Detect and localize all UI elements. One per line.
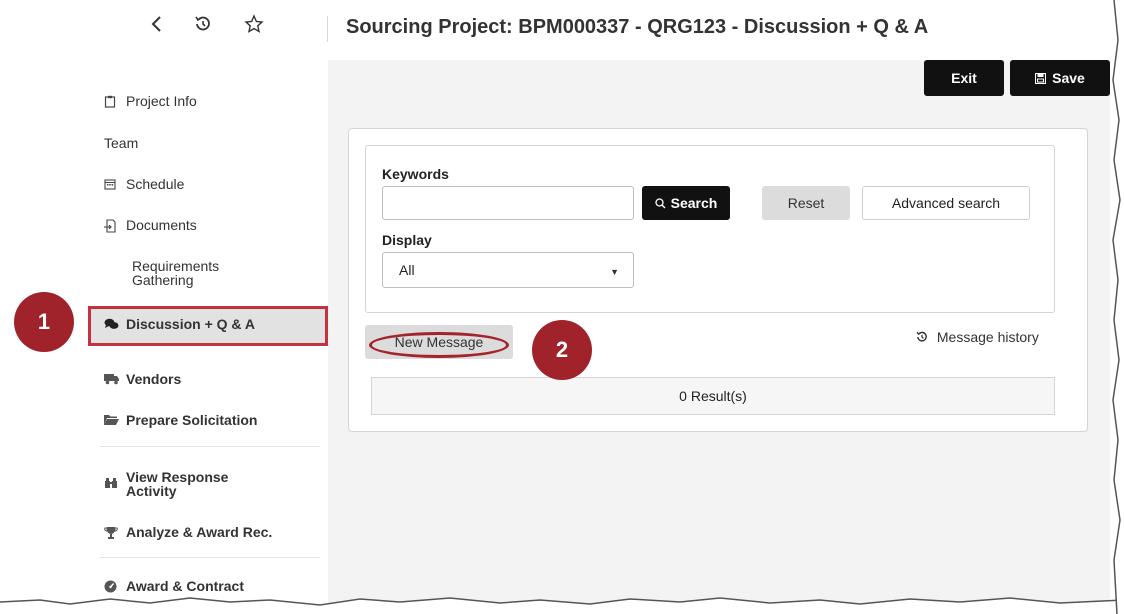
sidebar-item-analyze-award[interactable]: Analyze & Award Rec. [104,525,324,542]
message-history-link[interactable]: Message history [915,329,1039,347]
sidebar-item-documents[interactable]: Documents [104,218,324,236]
sidebar-item-label: View Response Activity [126,469,229,499]
calendar-icon [104,178,126,193]
main-content: Exit Save Keywords Search Reset Advanced… [328,60,1110,614]
sidebar-item-label: Requirements Gathering [132,258,220,288]
sidebar-item-label: Prepare Solicitation [126,412,258,428]
display-label: Display [382,232,432,248]
sidebar-item-label: Analyze & Award Rec. [126,524,273,540]
sidebar-item-prepare-solicitation[interactable]: Prepare Solicitation [104,413,324,429]
sidebar-item-requirements-gathering[interactable]: Requirements Gathering [132,259,262,287]
sidebar-item-label: Documents [126,217,197,233]
reset-button[interactable]: Reset [762,186,850,220]
sidebar-item-label: Schedule [126,176,185,192]
search-button[interactable]: Search [642,186,730,220]
callout-1: 1 [14,292,74,352]
save-label: Save [1052,70,1085,86]
keywords-label: Keywords [382,166,449,182]
save-button[interactable]: Save [1010,60,1110,96]
sidebar-item-label: Vendors [126,371,182,387]
sidebar-separator [100,446,320,447]
new-message-highlight [369,332,509,358]
sidebar-item-label: Project Info [126,93,197,109]
sidebar-item-view-response-activity[interactable]: View Response Activity [104,470,254,498]
page-title: Sourcing Project: BPM000337 - QRG123 - D… [346,16,929,38]
results-count: 0 Result(s) [371,377,1055,415]
back-icon[interactable] [142,14,170,42]
caret-down-icon: ▼ [610,267,619,277]
discussion-card: Keywords Search Reset Advanced search Di… [348,128,1088,432]
sidebar-item-label: Award & Contract [126,578,244,594]
binoculars-icon [104,477,126,492]
sidebar-item-vendors[interactable]: Vendors [104,372,324,388]
sidebar-separator [100,557,320,558]
history-icon [915,330,929,347]
message-history-label: Message history [936,329,1039,345]
sidebar: Project Info Team Schedule Documents Req… [88,60,328,614]
clipboard-icon [104,95,126,111]
save-icon [1035,72,1047,84]
star-icon[interactable] [240,14,268,42]
history-icon[interactable] [189,14,217,42]
search-label: Search [670,195,718,211]
exit-button[interactable]: Exit [924,60,1004,96]
truck-icon [104,373,126,388]
advanced-search-button[interactable]: Advanced search [862,186,1030,220]
gauge-icon [104,580,126,596]
keywords-input[interactable] [382,186,634,220]
header-divider [327,16,328,42]
sidebar-item-award-contract[interactable]: Award & Contract [104,579,324,596]
top-bar: Sourcing Project: BPM000337 - QRG123 - D… [0,0,1124,60]
trophy-icon [104,526,126,542]
sidebar-item-label: Team [104,135,139,151]
sidebar-item-schedule[interactable]: Schedule [104,177,324,193]
search-icon [654,197,666,209]
callout-2: 2 [532,320,592,380]
search-panel: Keywords Search Reset Advanced search Di… [365,145,1055,313]
sidebar-item-team[interactable]: Team [104,136,324,150]
chat-icon [104,318,126,333]
torn-edge-bottom [0,597,1124,614]
folder-icon [104,414,126,429]
display-value: All [399,262,415,278]
document-icon [104,219,126,236]
display-select[interactable]: All ▼ [382,252,634,288]
sidebar-item-project-info[interactable]: Project Info [104,94,324,111]
sidebar-item-label: Discussion + Q & A [126,316,256,332]
sidebar-item-discussion[interactable]: Discussion + Q & A [104,317,324,333]
torn-edge-right [1112,0,1124,614]
